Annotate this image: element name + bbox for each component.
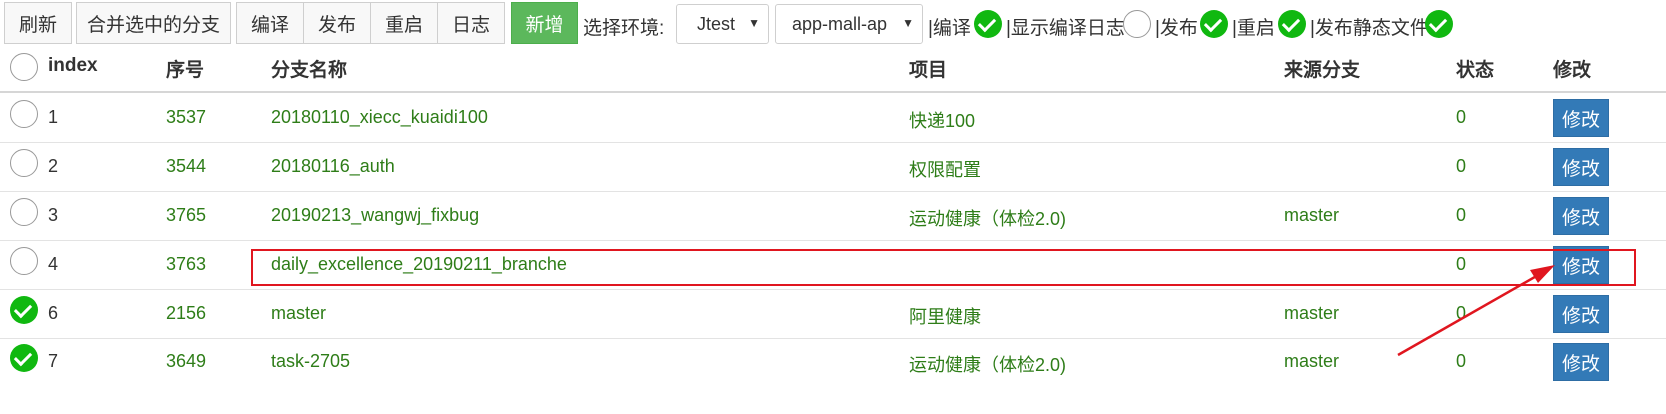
annotation-arrow-icon	[1397, 265, 1555, 357]
